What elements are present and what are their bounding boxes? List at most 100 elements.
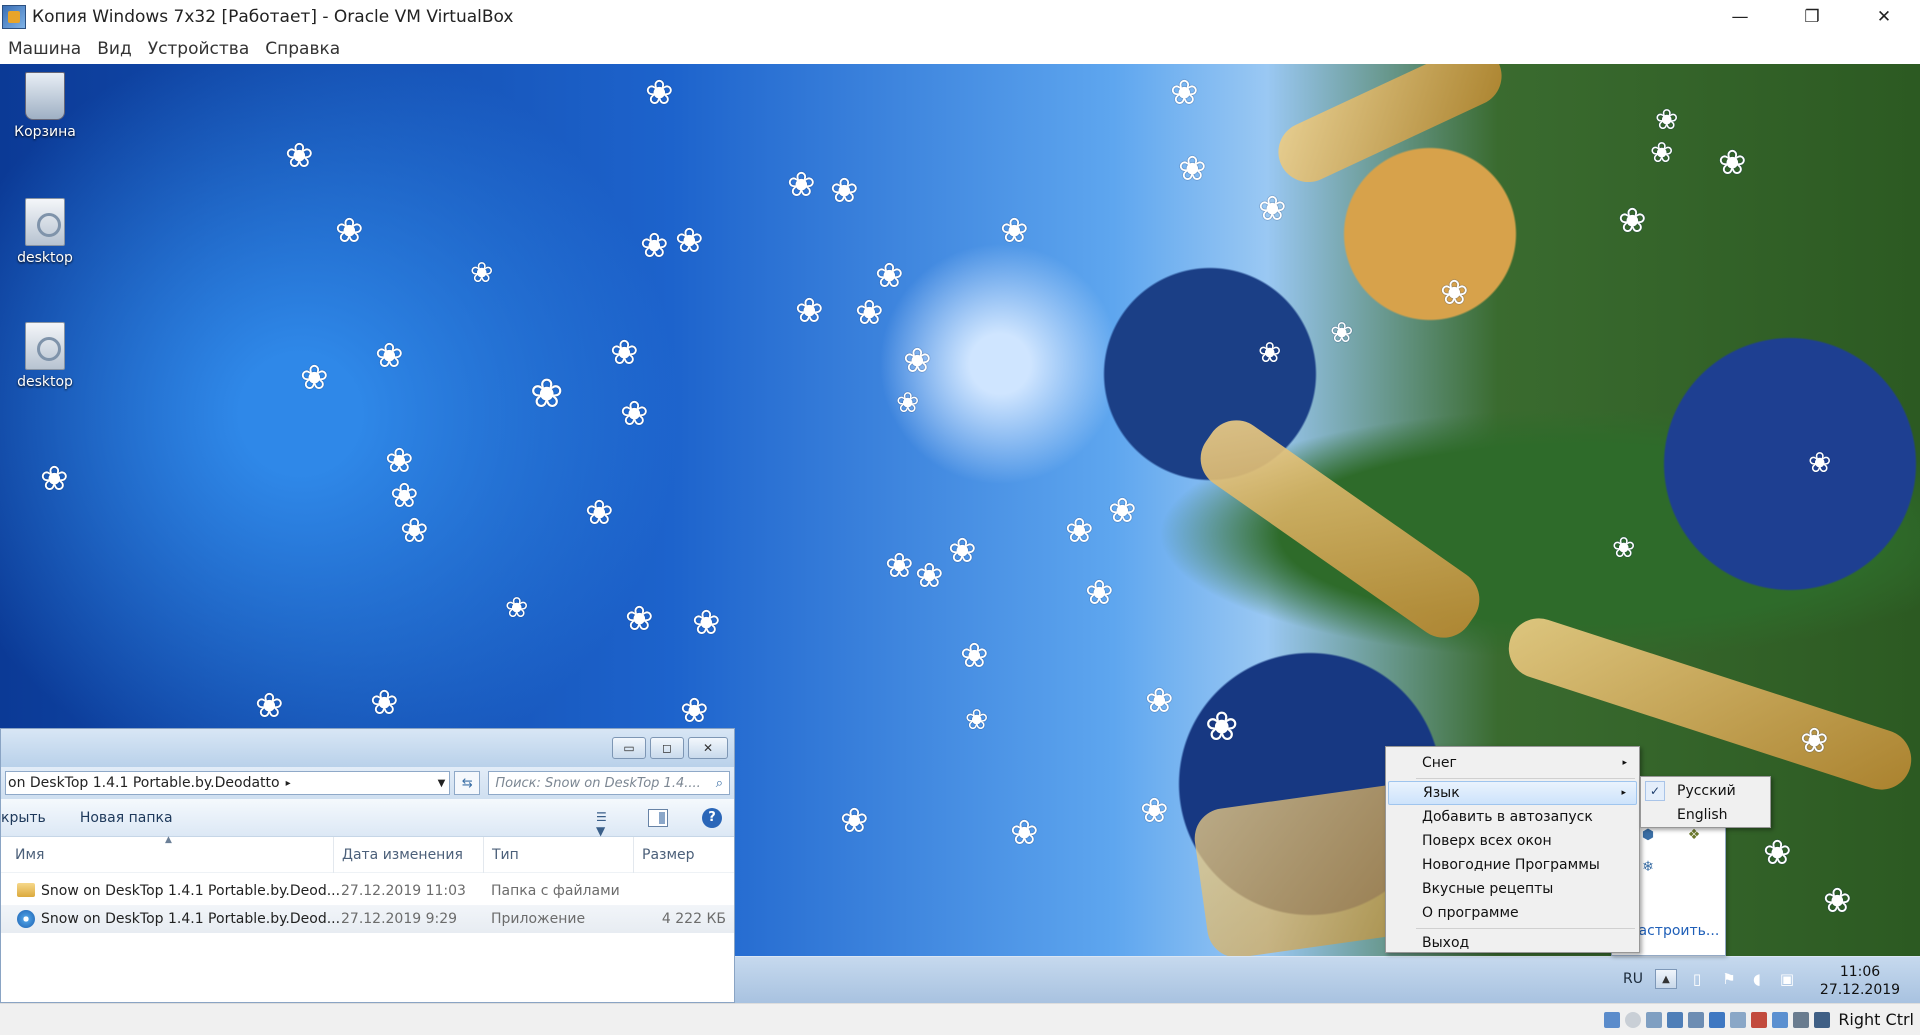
snowflake-icon: ❀ (1010, 813, 1039, 853)
volume-muted-icon[interactable]: ◖ (1748, 970, 1766, 988)
tray-app-icon[interactable]: ❖ (1685, 826, 1703, 844)
display-icon[interactable] (1730, 1011, 1747, 1028)
customize-link[interactable]: Настроить... (1628, 923, 1719, 939)
network-icon[interactable]: ▣ (1778, 970, 1796, 988)
column-header-type[interactable]: Тип (483, 836, 633, 873)
snowflake-icon: ❀ (965, 703, 989, 736)
refresh-button[interactable]: ⇆ (454, 771, 481, 795)
mouse-integration-icon[interactable] (1793, 1011, 1810, 1028)
menu-item-exit[interactable]: Выход (1388, 931, 1637, 955)
language-indicator[interactable]: RU (1623, 971, 1643, 987)
menu-item-recipes[interactable]: Вкусные рецепты (1388, 877, 1637, 901)
snowflake-icon: ❀ (1440, 273, 1469, 313)
audio-icon[interactable] (1646, 1011, 1663, 1028)
menu-machine[interactable]: Машина (8, 39, 81, 59)
explorer-titlebar[interactable]: ▭ ◻ ✕ (1, 729, 734, 767)
snowflake-icon: ❀ (885, 546, 914, 586)
network-adapter-icon[interactable] (1667, 1011, 1684, 1028)
chevron-right-icon[interactable]: ▸ (286, 778, 291, 789)
explorer-close-button[interactable]: ✕ (688, 737, 728, 759)
menu-item-about[interactable]: О программе (1388, 901, 1637, 925)
keyboard-capture-icon[interactable] (1814, 1011, 1831, 1028)
column-header-name[interactable]: Имя (1, 837, 333, 873)
open-button[interactable]: крыть (1, 810, 46, 826)
desktop-icon-recycle-bin[interactable]: Корзина (0, 72, 90, 140)
guest-desktop[interactable]: ❀ ❀ ❀ ❀ ❀ ❀ ❀ ❀ ❀ ❀ ❀ ❀ ❀ ❀ ❀ ❀ ❀ ❀ ❀ ❀ … (0, 64, 1920, 1003)
hard-disk-icon[interactable] (1604, 1011, 1621, 1028)
show-hidden-icons-button[interactable]: ▲ (1655, 969, 1677, 989)
snowflake-icon: ❀ (830, 171, 859, 211)
minimize-button[interactable]: — (1704, 0, 1776, 34)
snowflake-icon: ❀ (795, 291, 824, 331)
usb-icon[interactable] (1688, 1011, 1705, 1028)
menu-devices[interactable]: Устройства (148, 39, 250, 59)
system-clock[interactable]: 11:06 27.12.2019 (1810, 963, 1910, 999)
menu-item-always-on-top[interactable]: Поверх всех окон (1388, 829, 1637, 853)
close-button[interactable]: ✕ (1848, 0, 1920, 34)
explorer-window[interactable]: ▭ ◻ ✕ on DeskTop 1.4.1 Portable.by.Deoda… (0, 728, 735, 1003)
device-tray-icon[interactable]: ▯ (1688, 970, 1706, 988)
column-header-size[interactable]: Размер (633, 836, 733, 873)
language-submenu[interactable]: ✓ Русский English (1640, 776, 1771, 828)
menu-help[interactable]: Справка (265, 39, 340, 59)
clock-date: 27.12.2019 (1819, 982, 1901, 998)
snowflake-icon: ❀ (1258, 189, 1287, 229)
preview-pane-icon[interactable] (648, 808, 668, 827)
file-name: Snow on DeskTop 1.4.1 Portable.by.Deod..… (41, 883, 341, 899)
snowflake-icon: ❀ (1145, 681, 1174, 721)
restore-button[interactable]: ❐ (1776, 0, 1848, 34)
window-controls: — ❐ ✕ (1704, 0, 1920, 34)
snowflake-icon: ❀ (255, 686, 284, 726)
snowflake-icon: ❀ (903, 341, 932, 381)
menu-item-snow[interactable]: Снег ▸ (1388, 751, 1637, 775)
view-options-icon[interactable]: ☰ ▼ (596, 810, 618, 838)
virtualbox-app-icon[interactable] (2, 5, 26, 29)
chevron-down-icon[interactable]: ▼ (438, 778, 446, 789)
menu-separator (1416, 928, 1635, 929)
explorer-maximize-button[interactable]: ◻ (650, 737, 684, 759)
desktop-icon-file[interactable]: desktop (0, 198, 90, 266)
snowflake-icon: ❀ (915, 556, 944, 596)
submenu-item-english[interactable]: English (1643, 803, 1768, 827)
cpu-icon[interactable] (1772, 1011, 1789, 1028)
taskbar[interactable]: RU ▲ ▯ ⚑ ◖ ▣ 11:06 27.12.2019 (735, 956, 1920, 1003)
snowflake-icon: ❀ (585, 493, 614, 533)
desktop-icon-label: desktop (17, 250, 73, 266)
snowflake-tray-icon[interactable]: ❄ (1639, 858, 1657, 876)
snowflake-icon: ❀ (1065, 511, 1094, 551)
shared-folders-icon[interactable] (1709, 1011, 1726, 1028)
context-menu[interactable]: Снег ▸ Язык ▸ Добавить в автозапуск Пове… (1385, 746, 1640, 953)
menu-item-autostart[interactable]: Добавить в автозапуск (1388, 805, 1637, 829)
tray-app-icon[interactable]: ⬢ (1639, 826, 1657, 844)
snowflake-icon: ❀ (1108, 491, 1137, 531)
snowflake-icon: ❀ (1718, 143, 1747, 183)
table-row[interactable]: Snow on DeskTop 1.4.1 Portable.by.Deod..… (1, 905, 734, 933)
snowflake-icon: ❀ (1140, 791, 1169, 831)
system-file-icon (25, 198, 65, 246)
optical-drive-icon[interactable] (1625, 1011, 1642, 1028)
file-size: 4 222 КБ (661, 911, 726, 927)
snowflake-icon: ❀ (1800, 721, 1829, 761)
new-folder-button[interactable]: Новая папка (80, 810, 173, 826)
address-bar[interactable]: on DeskTop 1.4.1 Portable.by.Deodatto ▸ … (5, 771, 451, 795)
ribbon-decoration (1188, 408, 1492, 650)
action-center-flag-icon[interactable]: ⚑ (1720, 970, 1738, 988)
video-capture-icon[interactable] (1751, 1011, 1768, 1028)
search-input[interactable]: Поиск: Snow on DeskTop 1.4.... ⌕ (488, 771, 731, 795)
search-icon[interactable]: ⌕ (716, 776, 723, 791)
column-header-modified[interactable]: Дата изменения (333, 836, 483, 873)
snowflake-icon: ❀ (1823, 881, 1852, 921)
snowflake-icon: ❀ (620, 394, 649, 434)
file-modified: 27.12.2019 11:03 (341, 883, 466, 899)
menu-view[interactable]: Вид (97, 39, 131, 59)
menu-item-new-year-programs[interactable]: Новогодние Программы (1388, 853, 1637, 877)
table-row[interactable]: Snow on DeskTop 1.4.1 Portable.by.Deod..… (1, 877, 734, 905)
snowflake-icon: ❀ (1085, 573, 1114, 613)
file-type: Приложение (491, 911, 586, 927)
snowflake-icon: ❀ (675, 221, 704, 261)
submenu-item-russian[interactable]: ✓ Русский (1643, 779, 1768, 803)
menu-item-language[interactable]: Язык ▸ (1388, 781, 1637, 805)
explorer-minimize-button[interactable]: ▭ (612, 737, 646, 759)
desktop-icon-file[interactable]: desktop (0, 322, 90, 390)
help-icon[interactable]: ? (702, 807, 722, 828)
